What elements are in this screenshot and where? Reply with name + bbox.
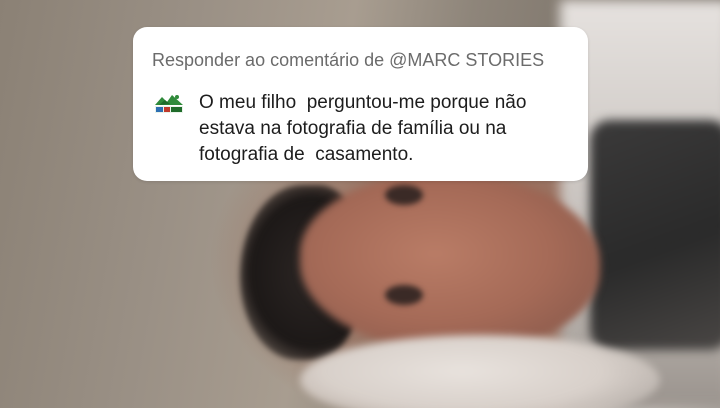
person-eye (385, 185, 423, 205)
background-shirt (590, 120, 720, 350)
reply-header: Responder ao comentário de @MARC STORIES (152, 50, 545, 70)
reply-comment-card[interactable]: Responder ao comentário de @MARC STORIES… (133, 27, 588, 181)
person-eye (385, 285, 423, 305)
comment-line: fotografia de casamento. (199, 144, 414, 165)
comment-line: O meu filho perguntou-me porque não (199, 92, 527, 113)
comment-text: O meu filho perguntou-me porque não esta… (199, 90, 569, 168)
comment-line: estava na fotografia de família ou na (199, 118, 507, 139)
commenter-avatar-icon[interactable] (153, 92, 185, 114)
person-face (300, 175, 600, 350)
